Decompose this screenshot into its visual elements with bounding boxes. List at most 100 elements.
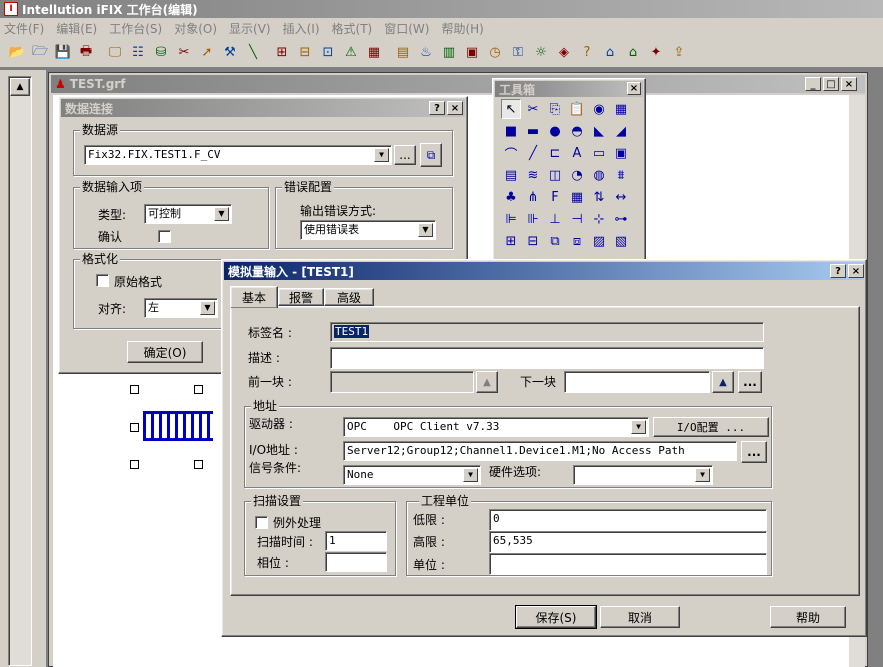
app-titlebar[interactable]: I Intellution iFIX 工作台(编辑) bbox=[0, 0, 883, 18]
prev-block-up-icon[interactable]: ▲ bbox=[476, 371, 498, 393]
chevron-down-icon[interactable]: ▼ bbox=[695, 468, 710, 482]
align-middle-icon[interactable]: ⊣ bbox=[567, 209, 587, 229]
cut-tool-icon[interactable]: ✂ bbox=[523, 99, 543, 119]
db-manager-icon[interactable]: ▣ bbox=[461, 42, 483, 64]
tag-group-icon[interactable]: ⊟ bbox=[294, 42, 316, 64]
workspace-scrollbar[interactable]: ▲ bbox=[8, 76, 32, 666]
maximize-icon[interactable]: □ bbox=[823, 77, 839, 91]
arc-icon[interactable]: ◢ bbox=[611, 121, 631, 141]
help-icon[interactable]: ? bbox=[576, 42, 598, 64]
variable-icon[interactable]: ⋔ bbox=[523, 187, 543, 207]
resize-handle[interactable] bbox=[130, 385, 139, 394]
font-icon[interactable]: F bbox=[545, 187, 565, 207]
ellipse-icon[interactable]: ● bbox=[545, 121, 565, 141]
tab-alarm[interactable]: 报警 bbox=[278, 288, 324, 306]
layer-icon[interactable]: ▨ bbox=[589, 231, 609, 251]
menu-format[interactable]: 格式(T) bbox=[332, 20, 373, 37]
ai-titlebar[interactable]: 模拟量输入 - [TEST1] bbox=[224, 262, 864, 280]
clock-icon[interactable]: ◉ bbox=[589, 99, 609, 119]
align-select[interactable]: 左 ▼ bbox=[144, 298, 218, 318]
monitor-icon[interactable]: 🖵 bbox=[104, 42, 126, 64]
print-icon[interactable]: 🖶 bbox=[75, 42, 97, 64]
menu-insert[interactable]: 插入(I) bbox=[283, 20, 320, 37]
align-center-icon[interactable]: ⊪ bbox=[523, 209, 543, 229]
resize-icon[interactable]: ↔ bbox=[611, 187, 631, 207]
alarm-summary-icon[interactable]: ≋ bbox=[523, 165, 543, 185]
event-icon[interactable]: ♣ bbox=[501, 187, 521, 207]
resize-handle[interactable] bbox=[194, 460, 203, 469]
schedule-icon[interactable]: ◷ bbox=[484, 42, 506, 64]
home-icon[interactable]: ⌂ bbox=[599, 42, 621, 64]
exception-checkbox[interactable] bbox=[255, 516, 268, 529]
export-icon[interactable]: ⇪ bbox=[668, 42, 690, 64]
text-tool-icon[interactable]: A bbox=[567, 143, 587, 163]
raw-format-checkbox[interactable] bbox=[96, 274, 109, 287]
align-bottom-icon[interactable]: ⊥ bbox=[545, 209, 565, 229]
scroll-up-button[interactable]: ▲ bbox=[10, 78, 30, 96]
properties-icon[interactable]: ☷ bbox=[127, 42, 149, 64]
tag-icon[interactable]: ⊡ bbox=[317, 42, 339, 64]
save-icon[interactable]: 💾 bbox=[52, 42, 74, 64]
io-address-input[interactable]: Server12;Group12;Channel1.Device1.M1;No … bbox=[343, 441, 737, 461]
close-icon[interactable]: × bbox=[848, 264, 864, 278]
pattern-icon[interactable]: ▦ bbox=[363, 42, 385, 64]
polyline-icon[interactable]: ⊏ bbox=[545, 143, 565, 163]
chevron-down-icon[interactable]: ▼ bbox=[214, 207, 229, 221]
menu-edit[interactable]: 编辑(E) bbox=[56, 20, 97, 37]
chord-icon[interactable]: ◓ bbox=[567, 121, 587, 141]
bulb-icon[interactable]: ☼ bbox=[530, 42, 552, 64]
type-select[interactable]: 可控制 ▼ bbox=[144, 204, 232, 224]
prev-block-input[interactable] bbox=[330, 371, 474, 393]
menu-window[interactable]: 窗口(W) bbox=[384, 20, 429, 37]
group-icon[interactable]: ⊞ bbox=[501, 231, 521, 251]
layer2-icon[interactable]: ▧ bbox=[611, 231, 631, 251]
calendar-icon[interactable]: ▦ bbox=[611, 99, 631, 119]
minimize-icon[interactable]: _ bbox=[805, 77, 821, 91]
new-tag-icon[interactable]: ⊞ bbox=[271, 42, 293, 64]
trend-icon[interactable]: ⩩ bbox=[611, 165, 631, 185]
pie-icon[interactable]: ◣ bbox=[589, 121, 609, 141]
chevron-down-icon[interactable]: ▼ bbox=[631, 420, 646, 434]
logo-icon[interactable]: ◈ bbox=[553, 42, 575, 64]
phase-input[interactable] bbox=[325, 552, 387, 572]
chevron-down-icon[interactable]: ▼ bbox=[200, 301, 215, 315]
grid-icon[interactable]: ▦ bbox=[567, 187, 587, 207]
datasource-browse-button[interactable]: ... bbox=[394, 145, 416, 165]
save-button[interactable]: 保存(S) bbox=[515, 605, 597, 629]
bottle-icon[interactable]: ♨ bbox=[415, 42, 437, 64]
close-icon[interactable]: × bbox=[627, 82, 641, 95]
distribute-icon[interactable]: ⊶ bbox=[611, 209, 631, 229]
star-icon[interactable]: ✦ bbox=[645, 42, 667, 64]
help-icon[interactable]: ? bbox=[830, 264, 846, 278]
next-block-up-icon[interactable]: ▲ bbox=[712, 371, 734, 393]
cut-icon[interactable]: ✂ bbox=[173, 42, 195, 64]
help-button[interactable]: 帮助 bbox=[770, 606, 846, 628]
next-block-browse-button[interactable]: ... bbox=[738, 371, 762, 393]
selected-datalink-object[interactable] bbox=[130, 385, 220, 470]
line-icon[interactable]: ╲ bbox=[242, 42, 264, 64]
desc-input[interactable] bbox=[330, 347, 764, 369]
resize-handle[interactable] bbox=[130, 460, 139, 469]
chevron-down-icon[interactable]: ▼ bbox=[418, 223, 433, 237]
send-back-icon[interactable]: ⧈ bbox=[567, 231, 587, 251]
curve-icon[interactable]: ⌒ bbox=[501, 143, 521, 163]
alarm-icon[interactable]: ⚠ bbox=[340, 42, 362, 64]
datasource-input[interactable]: Fix32.FIX.TEST1.F_CV ▼ bbox=[84, 145, 392, 165]
space-icon[interactable]: ⊹ bbox=[589, 209, 609, 229]
unit-input[interactable] bbox=[489, 553, 767, 575]
bring-front-icon[interactable]: ⧉ bbox=[545, 231, 565, 251]
error-mode-select[interactable]: 使用错误表 ▼ bbox=[300, 220, 436, 240]
home2-icon[interactable]: ⌂ bbox=[622, 42, 644, 64]
toolbox-titlebar[interactable]: 工具箱 bbox=[495, 81, 643, 97]
driver-select[interactable]: OPC OPC Client v7.33 ▼ bbox=[343, 417, 649, 437]
key-icon[interactable]: ⚿ bbox=[507, 42, 529, 64]
sort-icon[interactable]: ⇅ bbox=[589, 187, 609, 207]
close-icon[interactable]: × bbox=[447, 101, 463, 115]
menu-help[interactable]: 帮助(H) bbox=[441, 20, 483, 37]
io-address-browse-button[interactable]: ... bbox=[741, 441, 767, 463]
menu-workspace[interactable]: 工作台(S) bbox=[109, 20, 162, 37]
low-input[interactable]: 0 bbox=[489, 509, 767, 531]
ok-button[interactable]: 确定(O) bbox=[127, 341, 203, 363]
next-block-input[interactable] bbox=[564, 371, 710, 393]
pointer-icon[interactable]: ↖ bbox=[501, 99, 521, 119]
